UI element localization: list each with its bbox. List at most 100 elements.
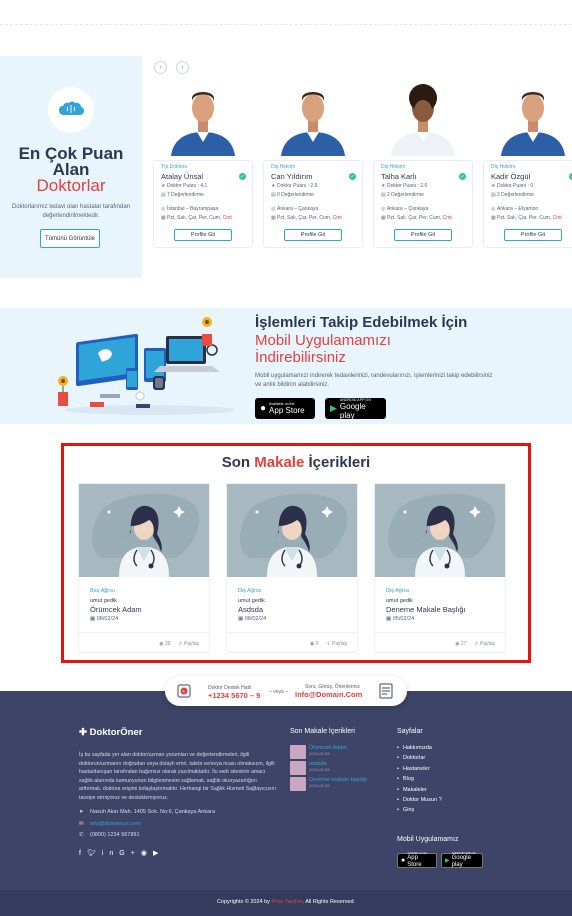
article-title[interactable]: Deneme Makale Başlığı <box>386 605 466 614</box>
doctor-card[interactable]: Diş HekimiKadir Özgül✓★Doktor Puanı : 0▤… <box>483 160 572 248</box>
twitter-icon[interactable]: 🐦︎ <box>87 850 102 857</box>
articles-title-pre: Son <box>221 454 251 471</box>
doctor-name[interactable]: Can Yıldırım <box>271 172 313 181</box>
doctor-name[interactable]: Kadir Özgül <box>491 172 530 181</box>
app-promo-subtitle: Mobil Uygulamamızı İndirebilirsiniz <box>255 332 391 366</box>
copyright-brand[interactable]: Proo Yazılım <box>271 899 302 905</box>
footer-google-play-button[interactable]: ▶ ANDROID APP ON Google play <box>441 852 483 868</box>
article-author: umut gedik <box>238 598 265 604</box>
prev-arrow-button[interactable]: ‹ <box>154 61 167 74</box>
article-title[interactable]: Örümcek Adam <box>90 605 142 614</box>
doctor-days: ▦Pzt, Salı, Çar, Per, Cum, Cmt <box>271 215 342 221</box>
article-card[interactable]: Diş Ağrısı umut gedik Deneme Makale Başlığ… <box>374 483 506 653</box>
footer-app-store-label: App Store <box>407 855 422 868</box>
article-share[interactable]: Paylaş <box>480 641 495 647</box>
doctor-location-text: Ankara – Çankaya <box>277 206 319 212</box>
article-title[interactable]: Asdsda <box>238 605 263 614</box>
copyright-pre: Copyrights © 2024 by <box>216 899 270 905</box>
article-date: ▦ 08/02/24 <box>90 616 118 622</box>
article-meta: ◉ 27 ⇪ Paylaş <box>455 641 495 647</box>
profile-button[interactable]: Profile Git <box>284 229 342 241</box>
recent-articles-heading: Son Makale İçerikleri <box>290 728 355 735</box>
article-card[interactable]: Baş Ağrısı umut gedik Örümcek Adam ▦ 08/02/… <box>78 483 210 653</box>
social-links: f🐦︎inG+◉▶ <box>79 849 164 857</box>
rss-icon[interactable]: ◉ <box>141 850 153 857</box>
doctor-card[interactable]: Diş Hekimi Talha Karlı ✓ ★ Doktor Puanı : 2.… <box>373 160 473 248</box>
footer-page-link[interactable]: Hakkımızda <box>397 745 442 755</box>
hotline-number[interactable]: +1234 5670 – 9 <box>208 691 260 700</box>
doctor-reviews: ▤0 Değerlendirme <box>271 192 314 198</box>
article-category[interactable]: Diş Ağrısı <box>238 588 262 594</box>
calendar-icon: ▦ <box>386 616 393 622</box>
footer-phone: ✆ (0800) 1234 567891 <box>79 832 140 838</box>
article-share[interactable]: Paylaş <box>184 641 199 647</box>
article-image[interactable] <box>79 484 209 577</box>
app-promo-description: Mobil uygulamamızı indirerek tedavilerin… <box>255 373 493 388</box>
footer-app-store-button[interactable]: ● Available on the App Store <box>397 852 437 868</box>
article-image[interactable] <box>227 484 357 577</box>
doctor-photo <box>171 92 235 156</box>
footer-page-link[interactable]: Makaleler <box>397 787 442 797</box>
doctor-card[interactable]: Tıp Doktoru Atalay Ünsal ✓ ★ Doktor Puanı : … <box>153 160 253 248</box>
footer-page-link[interactable]: Doktorlar <box>397 755 442 765</box>
profile-button[interactable]: Profile Git <box>394 229 452 241</box>
article-image[interactable] <box>375 484 505 577</box>
footer-page-link[interactable]: Doktor Musun ? <box>397 797 442 807</box>
article-meta: ◉ 39 ⇪ Paylaş <box>159 641 199 647</box>
support-separator: – veya – <box>269 689 288 695</box>
recent-article-thumbnail[interactable] <box>290 761 306 775</box>
app-store-label: App Store <box>269 406 305 415</box>
support-email[interactable]: Info@Domain.Com <box>295 690 362 699</box>
doctor-reviews-text: 7 Değerlendirme <box>167 192 204 198</box>
doctor-reviews-text: 2 Değerlendirme <box>497 192 534 198</box>
top-divider <box>0 24 572 25</box>
profile-button[interactable]: Profile Git <box>504 229 562 241</box>
recent-article-item[interactable]: Örümcek Adam 2024-02-08 <box>290 745 347 759</box>
doctor-days-off: Cmt <box>332 215 342 221</box>
footer-page-link[interactable]: Giriş <box>397 807 442 817</box>
doctor-location: ◎ İstanbul – Bayrampaşa <box>161 206 218 212</box>
recent-article-thumbnail[interactable] <box>290 777 306 791</box>
facebook-icon[interactable]: f <box>79 850 87 857</box>
profile-button[interactable]: Profile Git <box>174 229 232 241</box>
doctor-days: ▦Pzt, Salı, Çar, Per, Cum, Cmt <box>381 215 452 221</box>
doctor-score-text: Doktor Puanı : 2.9 <box>277 183 318 189</box>
article-date: ▦ 08/02/24 <box>238 616 266 622</box>
article-card[interactable]: Diş Ağrısı umut gedik Asdsda ▦ 08/02/24 ◉ 0 ⇪… <box>226 483 358 653</box>
article-category[interactable]: Diş Ağrısı <box>386 588 410 594</box>
article-views: 39 <box>164 641 171 647</box>
doctor-score: ★ Doktor Puanı : 2.9 <box>271 183 317 189</box>
doctor-illustration <box>92 493 200 577</box>
recent-article-item[interactable]: asdsda 2024-02-08 <box>290 761 329 775</box>
google-play-button[interactable]: ▶ ANDROID APP ON Google play <box>325 398 386 420</box>
footer-page-link[interactable]: Hastaneler <box>397 766 442 776</box>
email-link[interactable]: info@domainurl.com <box>90 821 141 827</box>
doctor-reviews-text: 2 Değerlendirme <box>387 192 424 198</box>
doctor-photo <box>391 84 455 156</box>
doctor-name[interactable]: Atalay Ünsal <box>161 172 203 181</box>
doctor-days-text: Pzt, Salı, Çar, Per, Cum, <box>277 215 332 221</box>
recent-article-item[interactable]: Deneme makale başlığı 2024-02-05 <box>290 777 367 791</box>
article-author: umut gedik <box>386 598 413 604</box>
doctor-score-text: Doktor Puanı : 2.6 <box>387 183 428 189</box>
google-plus-icon[interactable]: G+ <box>119 850 141 857</box>
footer-google-play-label: Google play <box>451 855 471 868</box>
doctor-score-text: Doktor Puanı : 0 <box>497 183 534 189</box>
article-category[interactable]: Baş Ağrısı <box>90 588 115 594</box>
doctor-days-text: Pzt, Salı, Çar, Per, Cum, <box>387 215 442 221</box>
apple-icon: ● <box>401 857 406 864</box>
next-arrow-button[interactable]: › <box>176 61 189 74</box>
footer-page-link[interactable]: Blog <box>397 776 442 786</box>
recent-article-thumbnail[interactable] <box>290 745 306 759</box>
view-all-button[interactable]: Tümünü Görüntüle <box>40 229 100 248</box>
doctor-name[interactable]: Talha Karlı <box>381 172 416 181</box>
youtube-icon[interactable]: ▶ <box>153 850 164 857</box>
article-share[interactable]: Paylaş <box>332 641 347 647</box>
doctor-card[interactable]: Diş Hekimi Can Yıldırım ✓ ★ Doktor Puanı : 2… <box>263 160 363 248</box>
footer-logo[interactable]: ✚ DoktorÖner <box>79 727 142 738</box>
linkedin-icon[interactable]: in <box>102 850 119 857</box>
doctor-location-text: Ankara – Etyamon <box>497 206 539 212</box>
app-store-button[interactable]: ● Available on the App Store <box>255 398 315 419</box>
calendar-icon: ▦ <box>238 616 245 622</box>
article-divider <box>79 632 209 633</box>
